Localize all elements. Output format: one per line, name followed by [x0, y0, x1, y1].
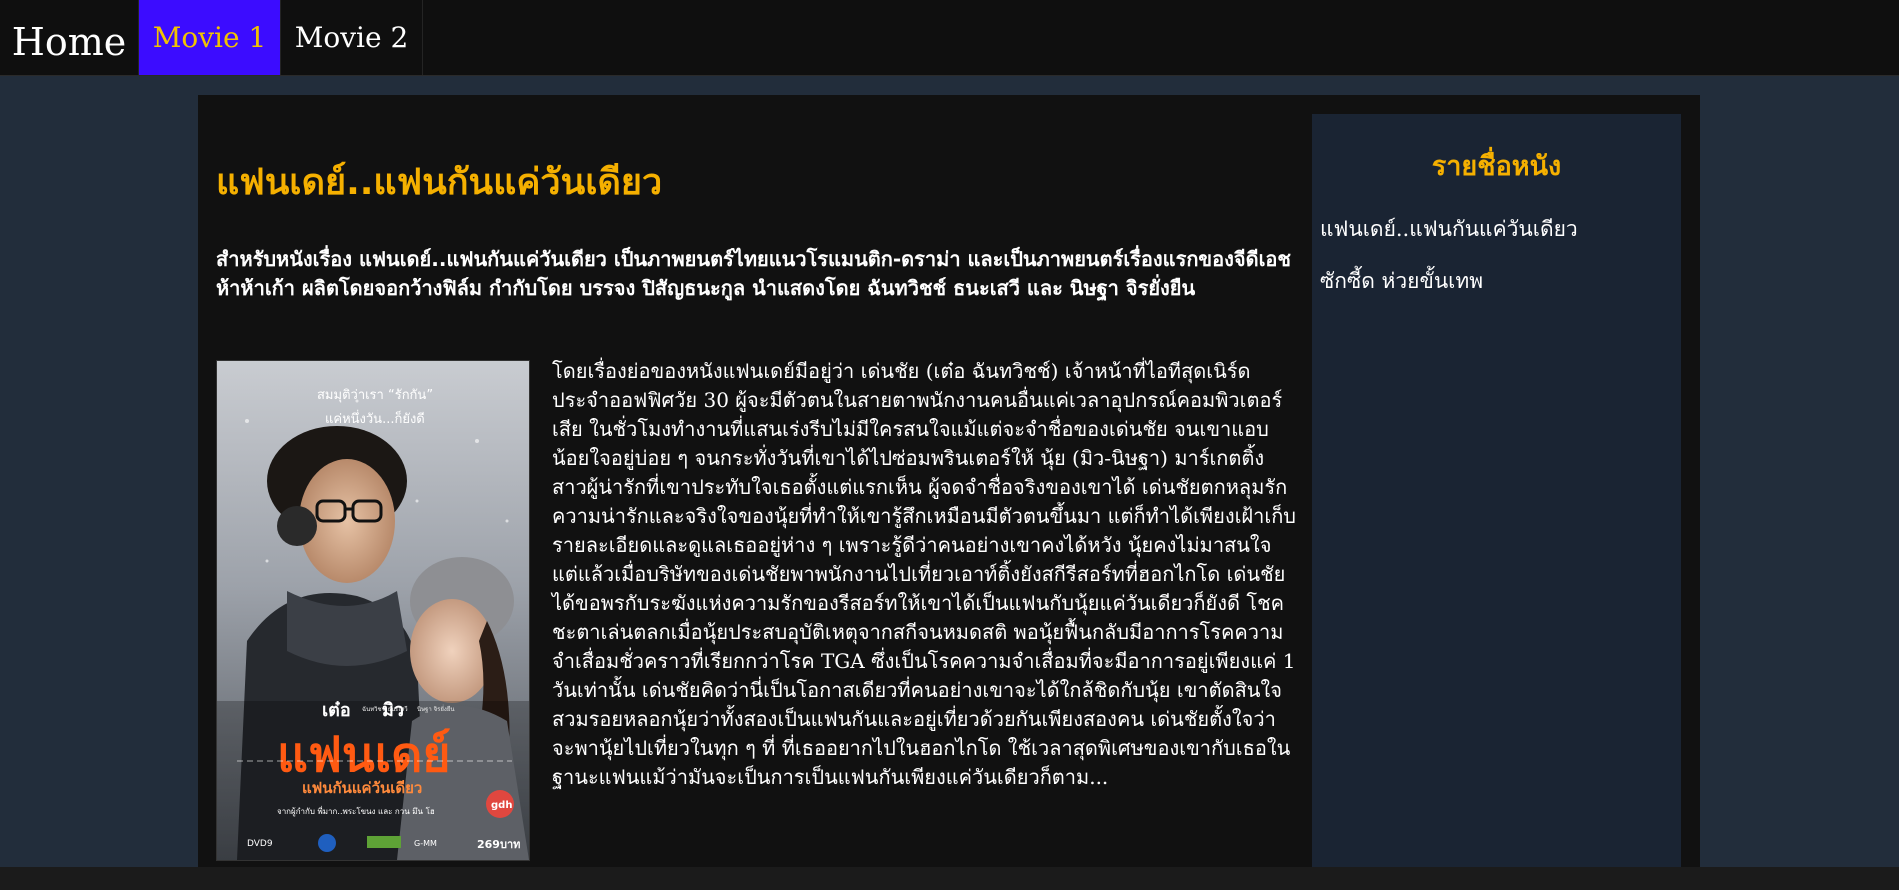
nav-home-link[interactable]: Home: [0, 0, 139, 75]
poster-movie-title: แฟนเดย์: [277, 727, 450, 783]
sidebar-title: รายชื่อหนัง: [1431, 151, 1562, 182]
rating-logo-icon: [367, 836, 401, 848]
nav-movie1-link[interactable]: Movie 1: [139, 0, 281, 75]
sidebar-link-fanday[interactable]: แฟนเดย์..แฟนกันแค่วันเดียว: [1320, 213, 1578, 246]
movie-poster: สมมุติว่าเรา “รักกัน” แค่หนึ่งวัน...ก็ยั…: [216, 360, 530, 861]
poster-actor1: เต๋อ: [322, 700, 351, 721]
synopsis-paragraph: โดยเรื่องย่อของหนังแฟนเดย์มีอยู่ว่า เด่น…: [552, 359, 1297, 789]
studio-logo-icon: [318, 834, 336, 852]
poster-price: 269บาท: [477, 838, 520, 851]
poster-actor2-full: นิษฐา จิรยั่งยืน: [417, 705, 455, 713]
poster-logo-dvd: DVD9: [247, 839, 273, 849]
poster-credit: จากผู้กำกับ พี่มาก..พระโขนง และ กวน มึน …: [277, 805, 435, 817]
bottom-bar: [0, 867, 1899, 890]
poster-movie-subtitle: แฟนกันแค่วันเดียว: [302, 779, 422, 797]
poster-tagline-line1: สมมุติว่าเรา “รักกัน”: [317, 388, 433, 403]
page-title: แฟนเดย์..แฟนกันแค่วันเดียว: [216, 162, 663, 203]
poster-studio-badge: gdh: [491, 800, 512, 811]
poster-tagline-line2: แค่หนึ่งวัน...ก็ยังดี: [325, 409, 425, 427]
nav-movie2-link[interactable]: Movie 2: [281, 0, 423, 75]
intro-paragraph: สำหรับหนังเรื่อง แฟนเดย์..แฟนกันแค่วันเด…: [216, 247, 1291, 300]
movie-list-sidebar: รายชื่อหนัง แฟนเดย์..แฟนกันแค่วันเดียว ซ…: [1312, 114, 1681, 890]
sidebar-link-suckseed[interactable]: ซักซี้ด ห่วยขั้นเทพ: [1320, 265, 1483, 298]
content-container: แฟนเดย์..แฟนกันแค่วันเดียว สำหรับหนังเรื…: [198, 95, 1700, 890]
poster-logo-gmm: G-MM: [414, 839, 437, 848]
poster-actor2: มิว: [382, 700, 404, 721]
top-navbar: Home Movie 1 Movie 2: [0, 0, 1899, 76]
